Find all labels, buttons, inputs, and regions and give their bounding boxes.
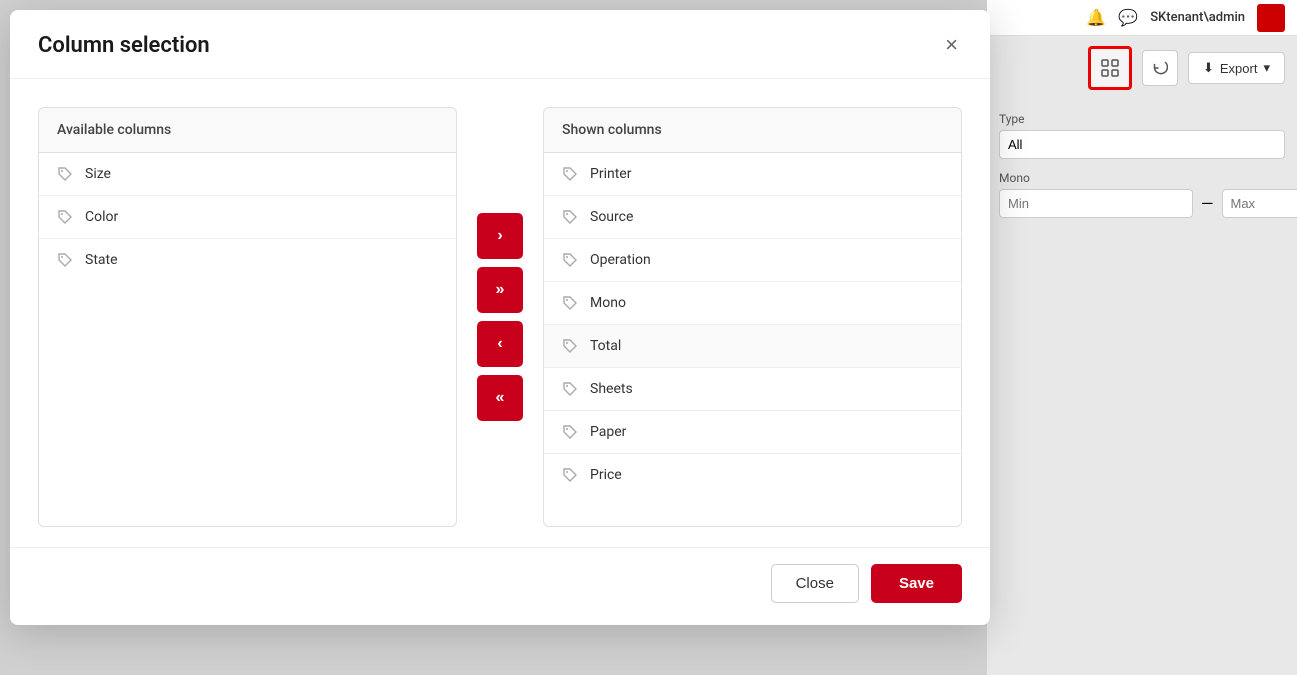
- item-label: Size: [85, 166, 111, 182]
- bell-icon[interactable]: 🔔: [1086, 8, 1106, 27]
- filter-panel: Type All Mono —: [987, 100, 1297, 230]
- shown-item-price[interactable]: Price: [544, 454, 961, 496]
- available-item-size[interactable]: Size: [39, 153, 456, 196]
- type-filter-label: Type: [999, 112, 1285, 126]
- move-all-left-button[interactable]: «: [477, 375, 523, 421]
- item-label: Sheets: [590, 381, 633, 397]
- shown-item-total[interactable]: Total: [544, 325, 961, 368]
- item-label: Paper: [590, 424, 626, 440]
- dialog-close-button[interactable]: ×: [941, 30, 962, 60]
- export-button[interactable]: ⬇ Export ▾: [1188, 52, 1285, 84]
- dialog-header: Column selection ×: [10, 10, 990, 79]
- item-label: Price: [590, 467, 622, 483]
- username-label: SKtenant\admin: [1150, 10, 1245, 25]
- tag-icon: [562, 295, 578, 311]
- dialog-footer: Close Save: [10, 547, 990, 625]
- mono-max-input[interactable]: [1222, 189, 1297, 218]
- tag-icon: [562, 381, 578, 397]
- grid-icon: [1100, 58, 1120, 78]
- shown-item-printer[interactable]: Printer: [544, 153, 961, 196]
- range-separator: —: [1201, 194, 1214, 213]
- shown-item-sheets[interactable]: Sheets: [544, 368, 961, 411]
- shown-columns-panel: Shown columns Printer Source Operation: [543, 107, 962, 527]
- chevron-down-icon: ▾: [1263, 60, 1270, 76]
- item-label: State: [85, 252, 118, 268]
- shown-item-mono[interactable]: Mono: [544, 282, 961, 325]
- tag-icon: [562, 166, 578, 182]
- tag-icon: [562, 252, 578, 268]
- toolbar: ⬇ Export ▾: [987, 36, 1297, 100]
- refresh-button[interactable]: [1142, 50, 1178, 86]
- top-bar: 🔔 💬 SKtenant\admin: [987, 0, 1297, 36]
- refresh-icon: [1152, 60, 1168, 76]
- type-filter-select[interactable]: All: [999, 130, 1285, 159]
- tag-icon: [562, 467, 578, 483]
- shown-item-operation[interactable]: Operation: [544, 239, 961, 282]
- shown-item-source[interactable]: Source: [544, 196, 961, 239]
- mono-min-input[interactable]: [999, 189, 1193, 218]
- shown-item-paper[interactable]: Paper: [544, 411, 961, 454]
- column-selection-icon-button[interactable]: [1088, 46, 1132, 90]
- available-item-color[interactable]: Color: [39, 196, 456, 239]
- available-columns-panel: Available columns Size Color State: [38, 107, 457, 527]
- tag-icon: [562, 209, 578, 225]
- item-label: Color: [85, 209, 118, 225]
- tag-icon: [57, 252, 73, 268]
- close-button[interactable]: Close: [771, 564, 859, 603]
- dialog-title: Column selection: [38, 33, 210, 58]
- transfer-buttons: › » ‹ «: [457, 107, 543, 527]
- download-icon: ⬇: [1203, 60, 1214, 76]
- chat-icon[interactable]: 💬: [1118, 8, 1138, 27]
- move-all-right-button[interactable]: »: [477, 267, 523, 313]
- item-label: Operation: [590, 252, 651, 268]
- available-item-state[interactable]: State: [39, 239, 456, 281]
- item-label: Mono: [590, 295, 626, 311]
- move-right-button[interactable]: ›: [477, 213, 523, 259]
- move-left-button[interactable]: ‹: [477, 321, 523, 367]
- available-columns-header: Available columns: [39, 108, 456, 153]
- tag-icon: [57, 209, 73, 225]
- mono-filter-row: —: [999, 189, 1285, 218]
- tag-icon: [57, 166, 73, 182]
- tag-icon: [562, 338, 578, 354]
- item-label: Total: [590, 338, 621, 354]
- item-label: Source: [590, 209, 633, 225]
- dialog-body: Available columns Size Color State: [10, 79, 990, 547]
- item-label: Printer: [590, 166, 631, 182]
- export-label: Export: [1220, 61, 1258, 76]
- shown-columns-header: Shown columns: [544, 108, 961, 153]
- mono-filter-label: Mono: [999, 171, 1285, 185]
- background-panel: 🔔 💬 SKtenant\admin ⬇ Export ▾ Type: [987, 0, 1297, 675]
- save-button[interactable]: Save: [871, 564, 962, 603]
- column-selection-dialog: Column selection × Available columns Siz…: [10, 10, 990, 625]
- tag-icon: [562, 424, 578, 440]
- avatar: [1257, 4, 1285, 32]
